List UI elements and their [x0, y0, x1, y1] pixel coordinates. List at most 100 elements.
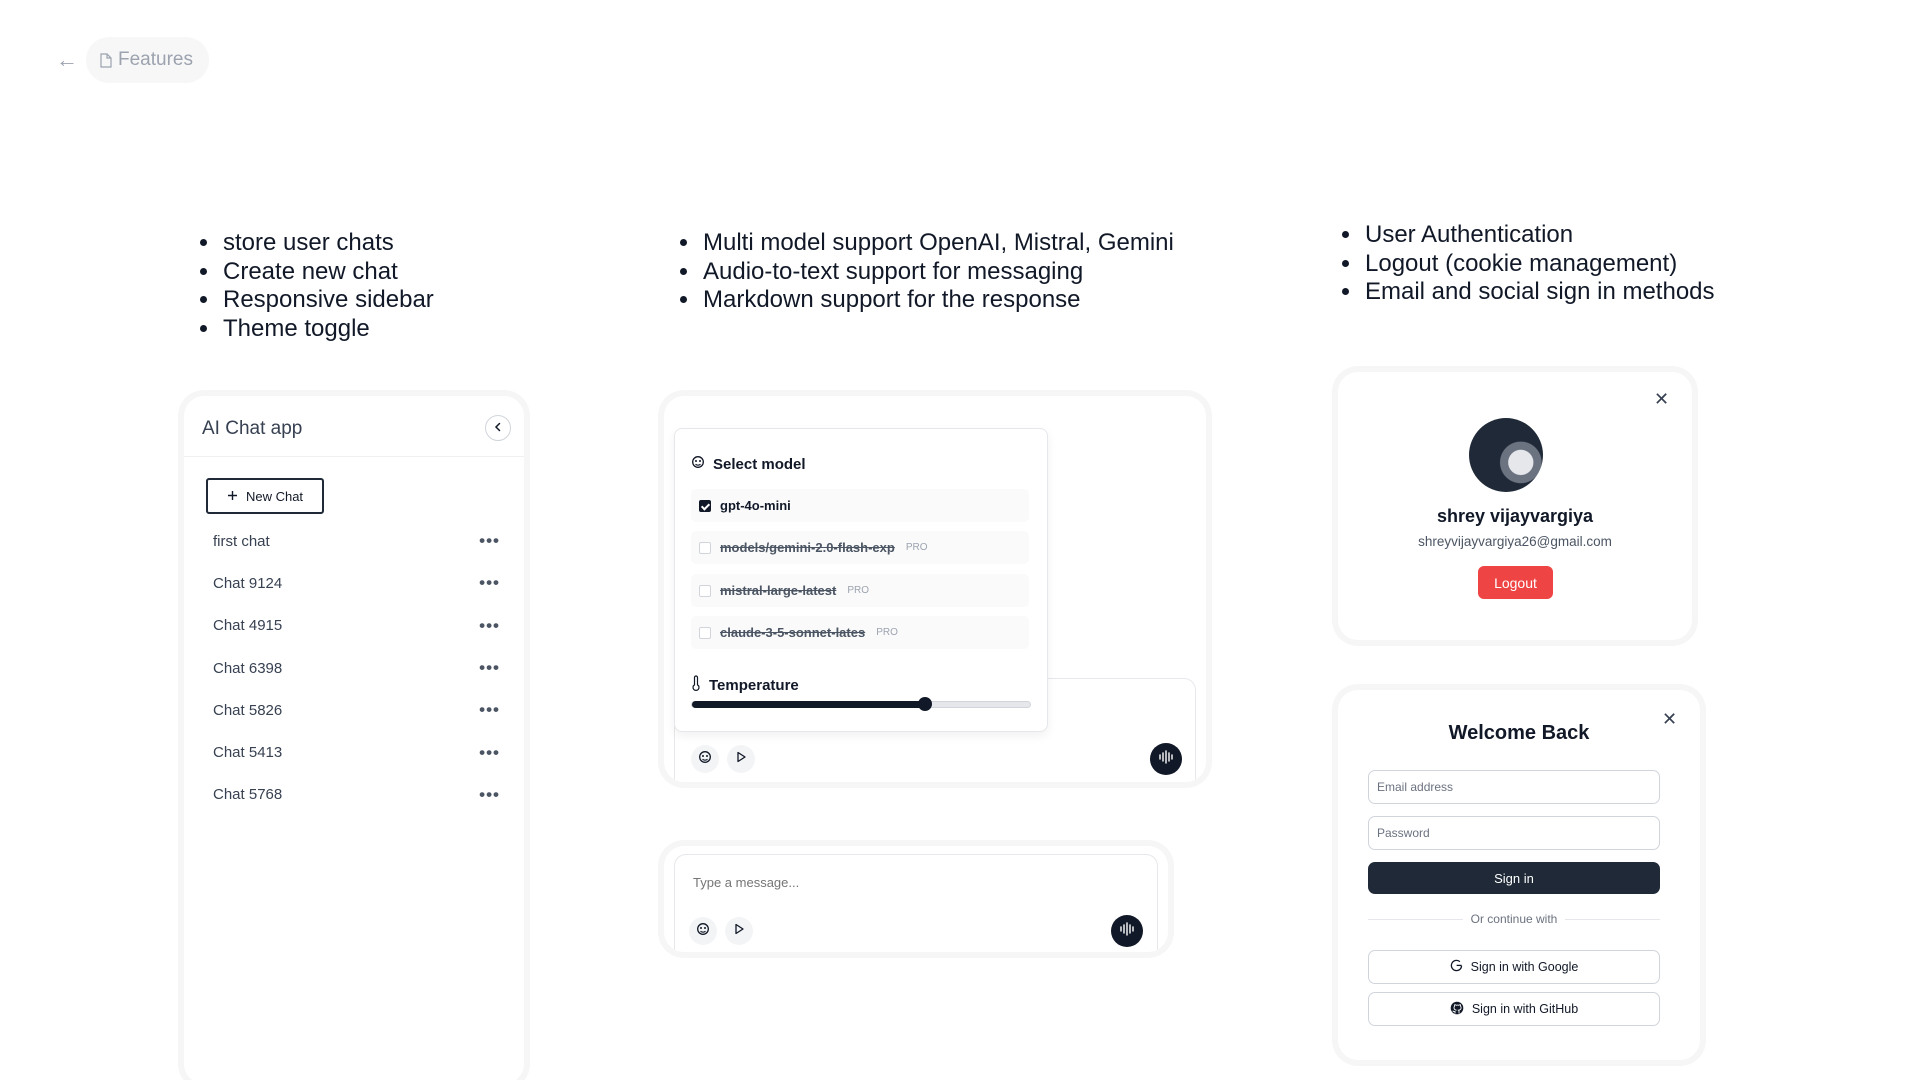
list-item: Audio-to-text support for messaging	[701, 258, 1174, 287]
collapse-sidebar-button[interactable]	[485, 415, 511, 441]
github-icon	[1450, 1001, 1464, 1018]
sidebar-preview: AI Chat app New Chat first chat ••• Chat …	[178, 390, 530, 1080]
voice-input-button[interactable]	[1150, 743, 1182, 775]
chat-list-item[interactable]: Chat 4915 •••	[206, 605, 506, 647]
password-field[interactable]	[1368, 816, 1660, 850]
chat-title: Chat 5768	[213, 786, 283, 804]
list-item: store user chats	[221, 229, 434, 258]
thermometer-icon	[691, 675, 701, 695]
audio-wave-icon	[1119, 921, 1135, 941]
login-panel: ✕ Welcome Back Sign in Or continue with …	[1338, 690, 1700, 1060]
checkbox[interactable]	[699, 626, 711, 639]
more-options-icon[interactable]: •••	[479, 573, 500, 593]
back-arrow-icon[interactable]: ←	[56, 48, 78, 72]
play-icon	[735, 750, 747, 768]
slider-fill	[692, 701, 926, 708]
slider-thumb[interactable]	[918, 697, 933, 711]
feature-list-auth: User Authentication Logout (cookie manag…	[1341, 221, 1715, 307]
temperature-label: Temperature	[709, 676, 799, 694]
list-item: Create new chat	[221, 258, 434, 287]
more-options-icon[interactable]: •••	[479, 531, 500, 551]
play-icon	[733, 922, 745, 940]
more-options-icon[interactable]: •••	[479, 743, 500, 763]
model-option-label: gpt-4o-mini	[720, 498, 791, 513]
file-icon	[100, 52, 112, 68]
chat-list-item[interactable]: first chat •••	[206, 520, 506, 562]
chat-list-item[interactable]: Chat 5413 •••	[206, 731, 506, 773]
google-label: Sign in with Google	[1470, 960, 1579, 974]
temperature-slider[interactable]	[691, 697, 1031, 711]
model-option-gemini[interactable]: models/gemini-2.0-flash-exp PRO	[691, 531, 1029, 564]
chat-title: Chat 5826	[213, 701, 283, 719]
github-label: Sign in with GitHub	[1471, 1002, 1579, 1016]
pro-badge: PRO	[876, 627, 898, 638]
checkbox[interactable]	[699, 541, 711, 554]
sign-in-button[interactable]: Sign in	[1368, 862, 1660, 894]
chat-list-item[interactable]: Chat 5826 •••	[206, 689, 506, 731]
chat-title: Chat 5413	[213, 744, 283, 762]
list-item: Theme toggle	[221, 315, 434, 344]
select-model-heading: Select model	[691, 455, 806, 473]
or-divider-text: Or continue with	[1470, 912, 1558, 926]
message-input[interactable]	[693, 875, 1093, 890]
temperature-heading: Temperature	[691, 675, 799, 695]
select-model-title: Select model	[713, 455, 806, 473]
more-options-icon[interactable]: •••	[479, 616, 500, 636]
model-option-label: models/gemini-2.0-flash-exp	[720, 540, 895, 555]
breadcrumb-features[interactable]: Features	[86, 37, 209, 83]
model-picker-panel: Select model gpt-4o-mini models/gemini-2…	[664, 396, 1206, 782]
model-picker-preview: Select model gpt-4o-mini models/gemini-2…	[658, 390, 1212, 788]
logout-button[interactable]: Logout	[1478, 566, 1553, 599]
profile-name: shrey vijayvargiya	[1436, 506, 1594, 526]
github-sign-in-button[interactable]: Sign in with GitHub	[1368, 992, 1660, 1026]
model-option-gpt[interactable]: gpt-4o-mini	[691, 489, 1029, 522]
profile-email: shreyvijayvargiya26@gmail.com	[1418, 534, 1612, 549]
chat-list-item[interactable]: Chat 5768 •••	[206, 774, 506, 816]
list-item: Email and social sign in methods	[1363, 278, 1715, 307]
list-item: Logout (cookie management)	[1363, 250, 1715, 279]
brain-icon	[696, 922, 710, 941]
chevron-left-icon	[493, 419, 503, 437]
avatar	[1469, 418, 1543, 492]
chat-list-item[interactable]: Chat 6398 •••	[206, 647, 506, 689]
chat-title: Chat 6398	[213, 659, 283, 677]
google-sign-in-button[interactable]: Sign in with Google	[1368, 950, 1660, 984]
brain-icon	[691, 455, 705, 473]
checkbox[interactable]	[699, 584, 711, 597]
more-options-icon[interactable]: •••	[479, 658, 500, 678]
send-button[interactable]	[725, 917, 753, 945]
checkbox-checked[interactable]	[699, 499, 711, 512]
send-button[interactable]	[727, 745, 755, 773]
message-composer	[674, 854, 1158, 952]
login-preview: ✕ Welcome Back Sign in Or continue with …	[1332, 684, 1706, 1066]
list-item: Multi model support OpenAI, Mistral, Gem…	[701, 229, 1174, 258]
sidebar-panel: AI Chat app New Chat first chat ••• Chat …	[184, 396, 524, 1080]
feature-list-chats: store user chats Create new chat Respons…	[199, 229, 434, 343]
select-model-popover: Select model gpt-4o-mini models/gemini-2…	[674, 428, 1048, 732]
voice-input-button[interactable]	[1111, 915, 1143, 947]
google-icon	[1450, 959, 1463, 975]
chat-title: Chat 4915	[213, 617, 283, 635]
composer-preview	[658, 840, 1174, 958]
model-option-mistral[interactable]: mistral-large-latest PRO	[691, 574, 1029, 607]
list-item: Responsive sidebar	[221, 286, 434, 315]
more-options-icon[interactable]: •••	[479, 785, 500, 805]
model-option-claude[interactable]: claude-3-5-sonnet-lates PRO	[691, 616, 1029, 649]
new-chat-button[interactable]: New Chat	[206, 478, 324, 514]
login-title: Welcome Back	[1448, 722, 1590, 744]
profile-preview: ✕ shrey vijayvargiya shreyvijayvargiya26…	[1332, 366, 1698, 646]
new-chat-label: New Chat	[245, 488, 304, 504]
chat-title: Chat 9124	[213, 574, 283, 592]
audio-wave-icon	[1158, 749, 1174, 769]
model-select-button[interactable]	[691, 745, 719, 773]
chat-title: first chat	[213, 532, 270, 550]
feature-list-models: Multi model support OpenAI, Mistral, Gem…	[679, 229, 1174, 315]
email-field[interactable]	[1368, 770, 1660, 804]
breadcrumb-label: Features	[118, 49, 193, 70]
chat-list-item[interactable]: Chat 9124 •••	[206, 562, 506, 604]
model-option-label: mistral-large-latest	[720, 583, 837, 598]
close-icon[interactable]: ✕	[1654, 390, 1669, 408]
model-select-button[interactable]	[689, 917, 717, 945]
plus-icon	[227, 489, 238, 504]
more-options-icon[interactable]: •••	[479, 700, 500, 720]
